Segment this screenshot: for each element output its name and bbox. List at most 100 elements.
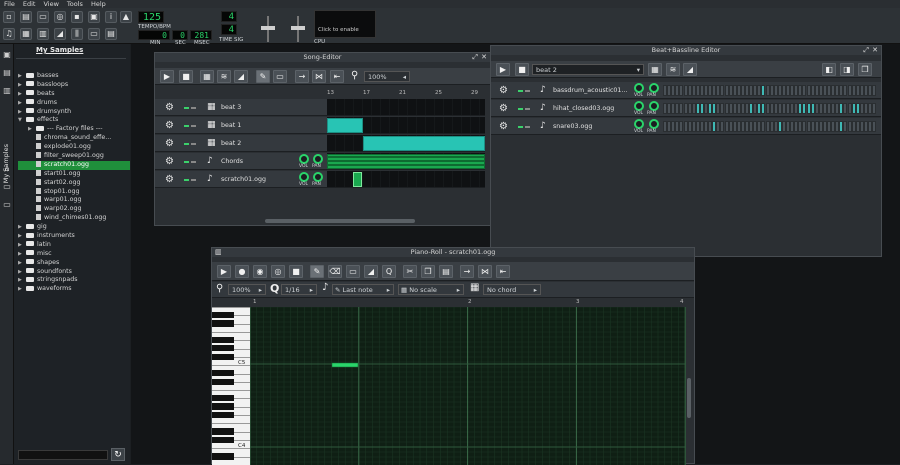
black-key[interactable] [212,411,234,418]
black-key[interactable] [212,311,234,319]
solo-led[interactable] [191,179,196,181]
beat-editor-icon[interactable]: ▦ [20,28,32,40]
play-icon[interactable]: ▶ [160,70,174,83]
metronome-icon[interactable]: ▲ [120,11,132,23]
play-icon[interactable]: ▶ [217,265,231,278]
mute-led[interactable] [184,161,189,163]
solo-led[interactable] [191,125,196,127]
track-lane[interactable] [327,171,485,188]
mute-led[interactable] [518,126,523,128]
volume-knob[interactable] [634,101,644,111]
piano-roll-vertical-scrollbar[interactable] [687,378,691,418]
mute-led[interactable] [518,90,523,92]
collapsed-arrow-icon[interactable]: ▶ [18,241,26,250]
solo-led[interactable] [525,126,530,128]
presets-icon[interactable]: ▥ [2,86,12,96]
volume-knob[interactable] [299,172,309,182]
automation-editor-icon[interactable]: ◢ [54,28,66,40]
collapsed-arrow-icon[interactable]: ▶ [18,259,26,268]
expanded-arrow-icon[interactable]: ▼ [18,116,26,125]
song-track[interactable]: ⚙ ♪ scratch01.ogg VOL PAN [155,171,327,188]
song-track[interactable]: ⚙ ♪ Chords VOL PAN [155,153,327,170]
collapsed-arrow-icon[interactable]: ▶ [28,125,36,134]
zoom-select[interactable]: 100% ◂ [364,71,410,82]
open-project-icon[interactable]: ▭ [37,11,49,23]
gear-icon[interactable]: ⚙ [165,117,174,134]
black-key[interactable] [212,436,234,443]
stop-icon[interactable]: ■ [289,265,303,278]
piano-roll-icon[interactable]: ▥ [37,28,49,40]
maximize-icon[interactable]: ⤢ [472,53,478,62]
collapsed-arrow-icon[interactable]: ▶ [18,250,26,259]
folder-item[interactable]: ▶ gig [18,223,130,232]
step-button[interactable] [872,121,877,132]
beat-track[interactable]: ⚙ ♪ snare03.ogg VOL PAN [491,118,881,135]
folder-item[interactable]: ▶ stringsnpads [18,276,130,285]
menu-edit[interactable]: Edit [23,0,36,8]
info-icon[interactable]: i [105,11,117,23]
black-key[interactable] [212,453,234,460]
zoom-select[interactable]: 100% ▸ [228,284,266,295]
song-track[interactable]: ⚙ ▦ beat 1 [155,117,327,134]
timesig-numerator[interactable]: 4 [221,11,237,22]
file-item[interactable]: chroma_sound_effe... [18,134,130,143]
pan-knob[interactable] [649,83,659,93]
black-key[interactable] [212,353,234,360]
quantize-icon[interactable]: Q [382,265,396,278]
beat-clip[interactable] [327,118,363,133]
detune-mode-icon[interactable]: ◢ [364,265,378,278]
collapsed-arrow-icon[interactable]: ▶ [18,223,26,232]
pan-knob[interactable] [313,154,323,164]
step-button[interactable] [872,103,877,114]
loop-points-icon[interactable]: ⋈ [312,70,326,83]
piano-roll-timeline[interactable]: 1 2 3 4 [250,299,686,307]
pan-knob[interactable] [649,119,659,129]
computer-icon[interactable]: ▭ [2,200,12,210]
file-item[interactable]: wind_chimes01.ogg [18,214,130,223]
browser-filter-input[interactable] [18,450,108,460]
song-editor-icon[interactable]: ♫ [3,28,15,40]
quantize-select[interactable]: 1/16 ▸ [281,284,317,295]
record-icon[interactable]: ● [235,265,249,278]
play-icon[interactable]: ▶ [496,63,510,76]
stop-icon[interactable]: ■ [515,63,529,76]
white-key[interactable] [212,390,250,392]
gear-icon[interactable]: ⚙ [499,118,508,135]
mixer-icon[interactable]: ⫼ [71,28,83,40]
instrument-plugins-icon[interactable]: ▣ [2,50,12,60]
song-horizontal-scrollbar[interactable] [265,219,415,223]
collapsed-arrow-icon[interactable]: ▶ [18,81,26,90]
project-notes-icon[interactable]: ▤ [105,28,117,40]
gear-icon[interactable]: ⚙ [499,82,508,99]
menu-tools[interactable]: Tools [67,0,83,8]
folder-item[interactable]: ▶ basses [18,72,130,81]
pattern-clip[interactable] [327,154,485,169]
volume-knob[interactable] [299,154,309,164]
black-key[interactable] [212,403,234,410]
pan-knob[interactable] [313,172,323,182]
solo-led[interactable] [191,107,196,109]
black-key[interactable] [212,378,234,385]
mute-led[interactable] [184,125,189,127]
file-item[interactable]: stop01.ogg [18,187,130,197]
black-key[interactable] [212,395,234,402]
black-key[interactable] [212,345,234,352]
gear-icon[interactable]: ⚙ [165,153,174,170]
my-home-icon[interactable]: ⌂ [2,164,12,174]
cpu-monitor[interactable]: Click to enable [314,10,376,38]
white-key[interactable] [212,423,250,425]
recent-projects-icon[interactable]: ◎ [54,11,66,23]
file-item[interactable]: start01.ogg [18,169,130,179]
copy-icon[interactable]: ❐ [421,265,435,278]
add-beat-track-icon[interactable]: ▦ [200,70,214,83]
gear-icon[interactable]: ⚙ [499,100,508,117]
auto-scroll-icon[interactable]: → [460,265,474,278]
beat-clip[interactable] [363,136,485,151]
file-item[interactable]: filter_sweep01.ogg [18,152,130,161]
pan-knob[interactable] [649,101,659,111]
clone-steps-icon[interactable]: ❐ [858,63,872,76]
add-sample-track-icon[interactable]: ≋ [217,70,231,83]
folder-item[interactable]: ▶ shapes [18,259,130,268]
root-icon[interactable]: ▭ [2,182,12,192]
cut-icon[interactable]: ✂ [403,265,417,278]
